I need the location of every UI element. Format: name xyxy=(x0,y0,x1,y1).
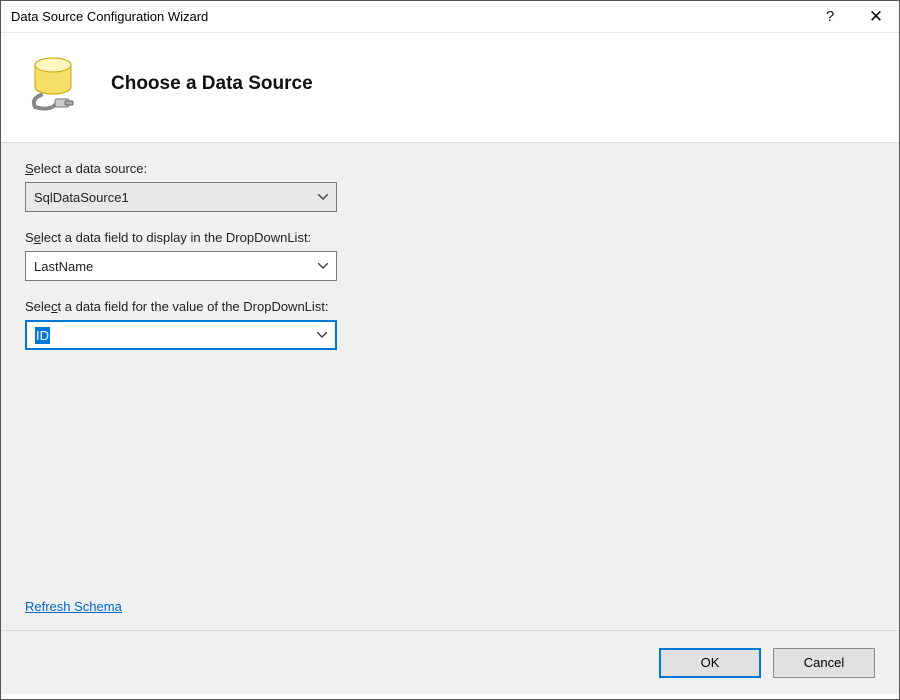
cancel-button[interactable]: Cancel xyxy=(773,648,875,678)
valuefield-select[interactable]: ID xyxy=(25,320,337,350)
chevron-down-icon xyxy=(310,183,336,211)
close-button[interactable]: ✕ xyxy=(853,1,899,33)
valuefield-value: ID xyxy=(27,328,309,343)
datasource-icon xyxy=(25,51,87,116)
displayfield-row: Select a data field to display in the Dr… xyxy=(25,230,875,281)
wizard-title: Choose a Data Source xyxy=(111,73,313,95)
datasource-label: Select a data source: xyxy=(25,161,875,176)
wizard-footer: OK Cancel xyxy=(1,630,899,694)
window-title: Data Source Configuration Wizard xyxy=(11,9,807,24)
chevron-down-icon xyxy=(309,322,335,348)
displayfield-value: LastName xyxy=(26,259,310,274)
displayfield-select[interactable]: LastName xyxy=(25,251,337,281)
cancel-button-label: Cancel xyxy=(804,655,844,670)
titlebar: Data Source Configuration Wizard ? ✕ xyxy=(1,1,899,33)
displayfield-label: Select a data field to display in the Dr… xyxy=(25,230,875,245)
refresh-schema-link[interactable]: Refresh Schema xyxy=(25,599,122,614)
wizard-header: Choose a Data Source xyxy=(1,33,899,142)
ok-button-label: OK xyxy=(701,655,720,670)
datasource-value: SqlDataSource1 xyxy=(26,190,310,205)
datasource-select[interactable]: SqlDataSource1 xyxy=(25,182,337,212)
help-button[interactable]: ? xyxy=(807,1,853,33)
close-icon: ✕ xyxy=(869,7,883,27)
valuefield-row: Select a data field for the value of the… xyxy=(25,299,875,350)
help-icon: ? xyxy=(826,8,834,25)
chevron-down-icon xyxy=(310,252,336,280)
datasource-row: Select a data source: SqlDataSource1 xyxy=(25,161,875,212)
ok-button[interactable]: OK xyxy=(659,648,761,678)
wizard-content: Select a data source: SqlDataSource1 Sel… xyxy=(1,142,899,630)
valuefield-label: Select a data field for the value of the… xyxy=(25,299,875,314)
